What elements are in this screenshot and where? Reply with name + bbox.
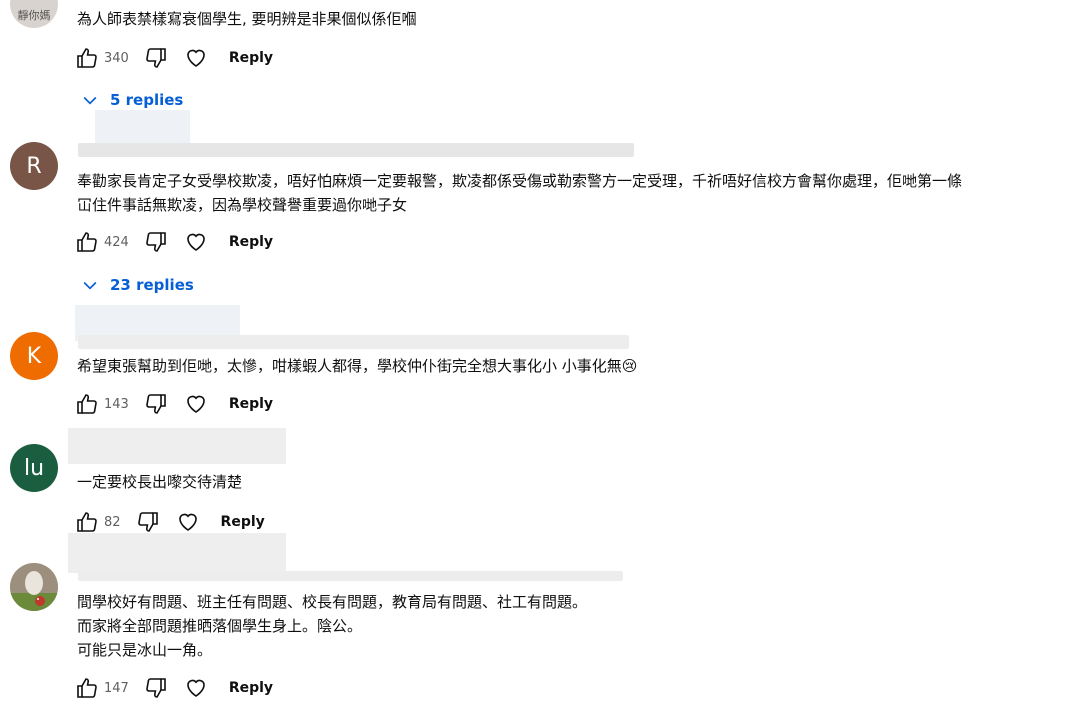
comment-actions: 82 Reply — [74, 508, 265, 536]
thumbs-down-icon[interactable] — [143, 229, 169, 255]
avatar-label: R — [26, 153, 42, 179]
reply-button[interactable]: Reply — [221, 514, 265, 530]
comment-text: 一定要校長出嚟交待清楚 — [77, 473, 243, 491]
avatar-label: 靜你媽 — [17, 8, 51, 22]
reply-button[interactable]: Reply — [229, 234, 273, 250]
reply-button[interactable]: Reply — [229, 396, 273, 412]
comment-actions: 143 Reply — [74, 390, 273, 418]
reply-button[interactable]: Reply — [229, 50, 273, 66]
redacted-block — [95, 110, 190, 146]
heart-icon[interactable] — [183, 675, 209, 701]
like-count: 147 — [104, 680, 129, 696]
like-count: 340 — [104, 50, 129, 66]
view-replies-button[interactable]: 23 replies — [80, 275, 194, 295]
avatar[interactable]: lu — [10, 444, 58, 492]
thumbs-up-icon[interactable] — [74, 509, 100, 535]
view-replies-button[interactable]: 5 replies — [80, 90, 183, 110]
thumbs-up-icon[interactable] — [74, 391, 100, 417]
avatar-label: K — [26, 343, 42, 369]
comment-actions: 424 Reply — [74, 228, 273, 256]
reply-button[interactable]: Reply — [229, 680, 273, 696]
chevron-down-icon — [83, 96, 97, 105]
thumbs-up-icon[interactable] — [74, 229, 100, 255]
avatar-picture-icon — [10, 563, 58, 611]
like-count: 82 — [104, 514, 121, 530]
comment-actions: 147 Reply — [74, 674, 273, 702]
comment-actions: 340 Reply — [74, 44, 273, 72]
comment-text: 間學校好有問題、班主任有問題、校長有問題，教育局有問題、社工有問題。 而家將全部… — [77, 593, 588, 659]
thumbs-down-icon[interactable] — [143, 675, 169, 701]
redacted-block — [68, 533, 286, 573]
heart-icon[interactable] — [183, 229, 209, 255]
avatar[interactable] — [10, 563, 58, 611]
avatar[interactable]: 靜你媽 — [10, 0, 58, 28]
like-count: 424 — [104, 234, 129, 250]
heart-icon[interactable] — [183, 391, 209, 417]
like-count: 143 — [104, 396, 129, 412]
comment-text: 希望東張幫助到佢哋，太慘，咁樣蝦人都得，學校仲仆街完全想大事化小 小事化無😢 — [77, 357, 638, 375]
chevron-down-icon — [83, 281, 97, 290]
author-meta-redacted — [78, 143, 634, 157]
comment-text: 為人師表禁樣寫衰個學生, 要明辨是非果個似係佢嗰 — [77, 10, 417, 28]
heart-icon[interactable] — [175, 509, 201, 535]
author-meta-redacted — [78, 335, 629, 349]
comment-text: 奉勸家長肯定子女受學校欺凌，唔好怕麻煩一定要報警，欺凌都係受傷或勒索警方一定受理… — [77, 172, 963, 214]
thumbs-up-icon[interactable] — [74, 675, 100, 701]
redacted-block — [68, 428, 286, 464]
avatar-label: lu — [23, 455, 45, 481]
thumbs-up-icon[interactable] — [74, 45, 100, 71]
replies-count-label: 5 replies — [110, 91, 184, 109]
thumbs-down-icon[interactable] — [143, 391, 169, 417]
thumbs-down-icon[interactable] — [135, 509, 161, 535]
heart-icon[interactable] — [183, 45, 209, 71]
replies-count-label: 23 replies — [110, 276, 194, 294]
author-meta-redacted — [78, 571, 623, 581]
thumbs-down-icon[interactable] — [143, 45, 169, 71]
avatar[interactable]: R — [10, 142, 58, 190]
avatar[interactable]: K — [10, 332, 58, 380]
